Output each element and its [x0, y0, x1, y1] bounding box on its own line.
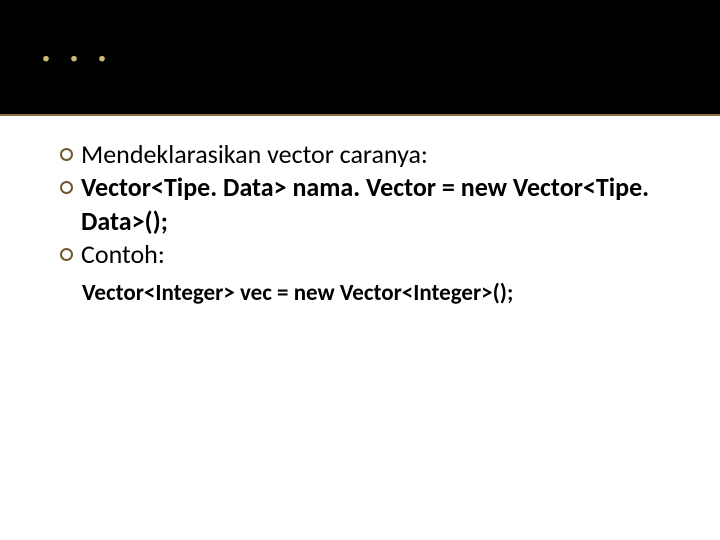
sub-item: Vector<Integer> vec = new Vector<Integer…: [60, 279, 686, 309]
slide-title: . . .: [40, 18, 680, 73]
bullet-marker-icon: [60, 148, 73, 161]
bullet-marker-icon: [60, 181, 73, 194]
bullet-text: Mendeklarasikan vector caranya:: [81, 138, 428, 171]
bullet-text: Contoh:: [81, 238, 165, 271]
bullet-item: Mendeklarasikan vector caranya:: [60, 138, 686, 171]
content-area: Mendeklarasikan vector caranya: Vector<T…: [0, 116, 720, 309]
sub-item-text: Vector<Integer> vec = new Vector<Integer…: [82, 279, 513, 307]
bullet-marker-icon: [60, 248, 73, 261]
bullet-item: Contoh:: [60, 238, 686, 271]
bullet-item: Vector<Tipe. Data> nama. Vector = new Ve…: [60, 171, 686, 238]
title-bar: . . .: [0, 0, 720, 115]
bullet-text: Vector<Tipe. Data> nama. Vector = new Ve…: [81, 171, 686, 238]
